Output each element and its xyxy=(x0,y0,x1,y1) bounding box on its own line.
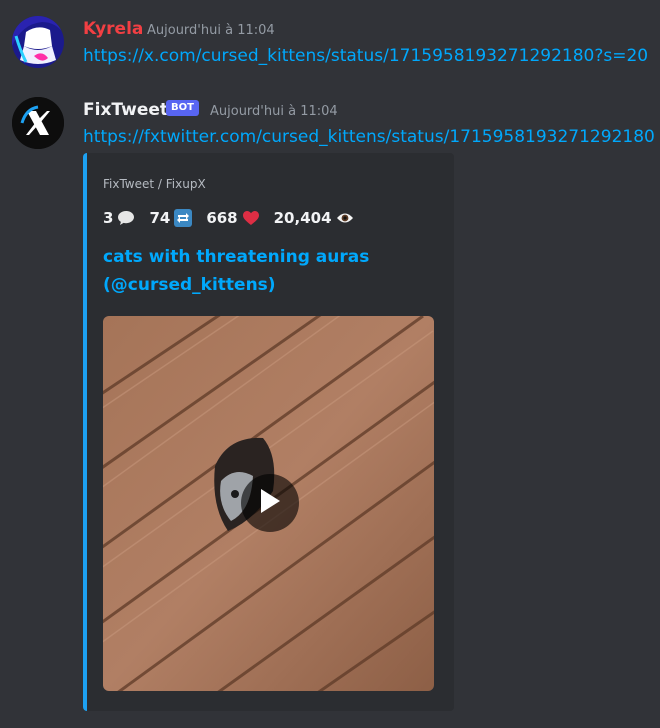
tweet-embed: FixTweet / FixupX 3 74 668 20,404 cats w… xyxy=(83,153,454,711)
play-icon xyxy=(259,488,281,518)
retweets-stat: 74 xyxy=(149,209,193,227)
fixtweet-avatar[interactable] xyxy=(12,97,64,149)
embed-title[interactable]: cats with threatening auras (@cursed_kit… xyxy=(103,243,433,299)
likes-stat: 668 xyxy=(206,209,259,227)
heart-icon xyxy=(242,210,260,226)
play-button[interactable] xyxy=(241,474,299,532)
embed-provider[interactable]: FixTweet / FixupX xyxy=(103,177,206,191)
fixtweet-link[interactable]: https://fxtwitter.com/cursed_kittens/sta… xyxy=(83,127,655,147)
replies-stat: 3 xyxy=(103,209,135,227)
message-fixtweet: FixTweet BOT Aujourd'hui à 11:04 https:/… xyxy=(0,0,660,728)
replies-count: 3 xyxy=(103,209,114,227)
views-count: 20,404 xyxy=(273,209,332,227)
eye-icon xyxy=(336,211,354,225)
speech-bubble-icon xyxy=(117,210,135,226)
fixtweet-timestamp: Aujourd'hui à 11:04 xyxy=(210,104,338,119)
repeat-icon xyxy=(174,209,193,227)
retweets-count: 74 xyxy=(149,209,171,227)
likes-count: 668 xyxy=(206,209,238,227)
tweet-stats: 3 74 668 20,404 xyxy=(103,209,368,227)
views-stat: 20,404 xyxy=(274,209,354,227)
video-thumbnail[interactable] xyxy=(103,316,434,691)
fixtweet-username[interactable]: FixTweet xyxy=(83,100,168,120)
bot-badge: BOT xyxy=(166,100,199,116)
